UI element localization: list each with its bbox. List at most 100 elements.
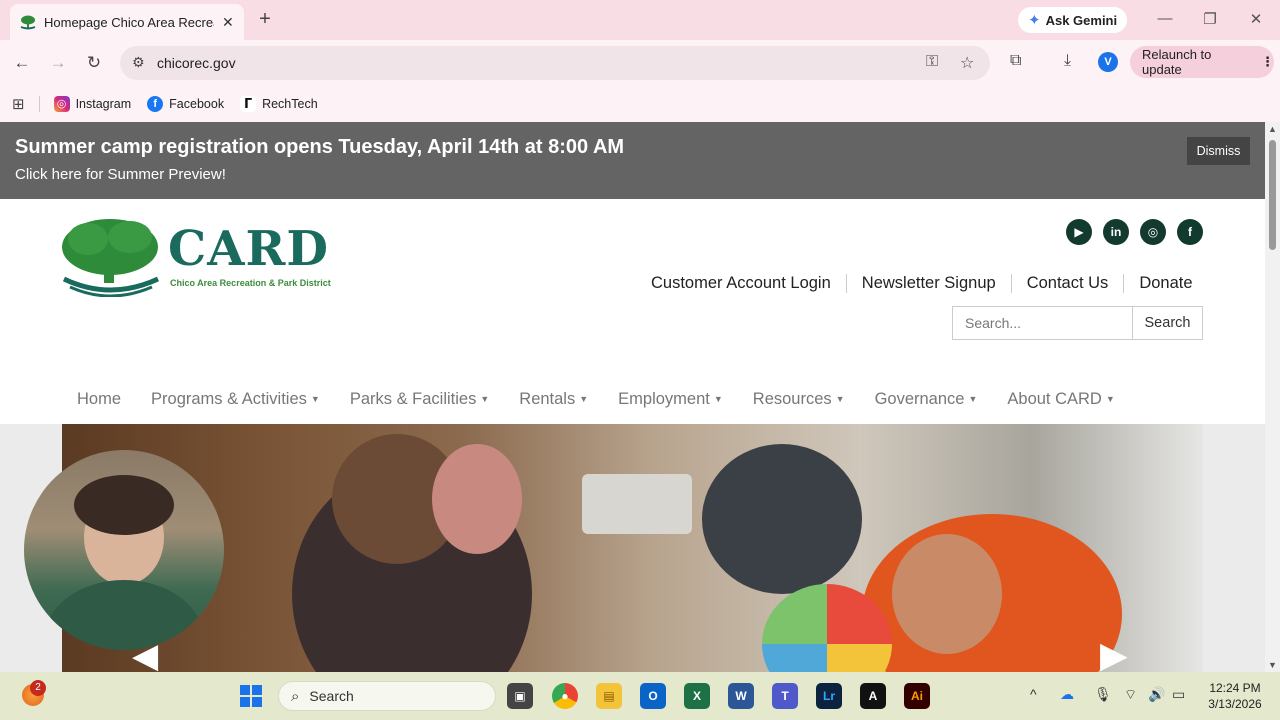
youtube-icon[interactable]: ▶ — [1066, 219, 1092, 245]
caret-down-icon: ▼ — [713, 394, 723, 405]
search-input[interactable] — [952, 306, 1133, 340]
nav-label: Rentals — [519, 389, 576, 408]
page-scrollbar[interactable]: ▲ ▼ — [1265, 122, 1280, 672]
scroll-down-icon[interactable]: ▼ — [1268, 660, 1277, 670]
back-arrow-icon[interactable]: ← — [11, 52, 33, 74]
battery-icon[interactable]: ▭ — [1172, 686, 1185, 703]
hero-photo — [62, 424, 1203, 672]
browser-tab-strip: Homepage Chico Area Recreati ✕ + ✦ Ask G… — [0, 0, 1280, 40]
new-tab-button[interactable]: + — [254, 8, 276, 30]
dismiss-button[interactable]: Dismiss — [1187, 137, 1250, 165]
nav-programs-activities[interactable]: Programs & Activities ▼ — [136, 390, 335, 409]
outlook-icon[interactable]: O — [640, 683, 666, 709]
facebook-icon[interactable]: f — [1177, 219, 1203, 245]
notification-badge: 2 — [30, 680, 46, 696]
illustrator-icon[interactable]: Ai — [904, 683, 930, 709]
volume-icon[interactable]: 🔊 — [1148, 686, 1165, 703]
ask-gemini-label: Ask Gemini — [1045, 12, 1118, 28]
password-key-icon[interactable]: ⚿ — [926, 53, 938, 71]
main-navigation: Home Programs & Activities ▼ Parks & Faci… — [62, 386, 1130, 412]
address-bar[interactable]: ⚙ chicorec.gov ⚿ ☆ — [120, 46, 990, 80]
forward-arrow-icon[interactable]: → — [47, 52, 69, 74]
taskbar-search[interactable]: ⌕ Search — [278, 681, 496, 711]
bookmark-instagram[interactable]: ◎ Instagram — [53, 96, 132, 112]
bookmark-label: Instagram — [75, 97, 132, 111]
caret-down-icon: ▼ — [835, 394, 845, 405]
donate-link[interactable]: Donate — [1124, 274, 1207, 293]
browser-toolbar: ← → ↻ ⚙ chicorec.gov ⚿ ☆ ⧉ ⤓ V Relaunch … — [0, 40, 1280, 86]
bookmark-star-icon[interactable]: ☆ — [960, 53, 974, 73]
scroll-up-icon[interactable]: ▲ — [1268, 124, 1277, 134]
relaunch-button[interactable]: Relaunch to update ⋮ — [1130, 46, 1274, 78]
summer-preview-link[interactable]: Click here for Summer Preview! — [15, 166, 226, 183]
nav-employment[interactable]: Employment ▼ — [603, 390, 738, 409]
taskbar-clock[interactable]: 12:24 PM 3/13/2026 — [1200, 680, 1270, 712]
apps-grid-icon[interactable]: ⊞ — [12, 95, 25, 113]
chrome-icon[interactable]: ● — [552, 683, 578, 709]
nav-label: Programs & Activities — [151, 389, 307, 408]
clock-time: 12:24 PM — [1209, 681, 1261, 695]
profile-avatar[interactable]: V — [1098, 52, 1118, 72]
microphone-icon[interactable]: 🎙 — [1094, 686, 1112, 703]
excel-icon[interactable]: X — [684, 683, 710, 709]
nav-home[interactable]: Home — [62, 390, 136, 409]
nav-label: Home — [77, 389, 122, 408]
nav-label: Parks & Facilities — [349, 389, 477, 408]
reload-icon[interactable]: ↻ — [83, 52, 105, 74]
logo-subtitle: Chico Area Recreation & Park District — [170, 278, 331, 288]
bookmark-label: Facebook — [169, 97, 225, 111]
caret-down-icon: ▼ — [310, 394, 320, 405]
bookmark-label: RechTech — [262, 97, 318, 111]
bookmarks-bar: ⊞ ◎ Instagram f Facebook ᒥ RechTech — [0, 86, 1280, 122]
restore-icon[interactable]: ❐ — [1200, 10, 1220, 28]
wifi-icon[interactable]: ⌔ — [1124, 686, 1137, 704]
windows-taskbar: 2 ⌕ Search ▣ ● ▤ O X W T Lr A Ai ^ ☁ 🎙 ⌔… — [0, 672, 1280, 720]
nav-label: Resources — [752, 389, 832, 408]
nav-governance[interactable]: Governance ▼ — [860, 390, 993, 409]
tab-search-icon[interactable]: ⧉ — [1010, 52, 1021, 70]
caret-down-icon: ▼ — [480, 394, 490, 405]
caret-down-icon: ▼ — [968, 394, 978, 405]
url-text[interactable]: chicorec.gov — [157, 55, 236, 71]
carousel-next-icon[interactable]: ▶ — [1100, 634, 1128, 672]
menu-kebab-icon[interactable]: ⋮ — [1261, 54, 1274, 70]
bookmarks-divider — [38, 96, 40, 112]
window-close-icon[interactable]: ✕ — [1246, 10, 1266, 28]
relaunch-label: Relaunch to update — [1142, 47, 1212, 77]
windows-start-icon[interactable] — [240, 685, 262, 707]
banner-headline: Summer camp registration opens Tuesday, … — [15, 136, 625, 158]
nav-parks-facilities[interactable]: Parks & Facilities ▼ — [335, 390, 504, 409]
tab-close-icon[interactable]: ✕ — [222, 14, 234, 31]
teams-icon[interactable]: T — [772, 683, 798, 709]
announcement-banner: Summer camp registration opens Tuesday, … — [0, 122, 1265, 199]
ask-gemini-button[interactable]: ✦ Ask Gemini — [1018, 7, 1128, 33]
facebook-icon: f — [147, 96, 164, 112]
lightroom-icon[interactable]: Lr — [816, 683, 842, 709]
adobe-cc-icon[interactable]: A — [860, 683, 886, 709]
file-explorer-icon[interactable]: ▤ — [596, 683, 622, 709]
bookmark-rechtech[interactable]: ᒥ RechTech — [240, 96, 318, 112]
nav-resources[interactable]: Resources ▼ — [738, 390, 860, 409]
scroll-thumb[interactable] — [1269, 140, 1276, 250]
task-view-icon[interactable]: ▣ — [507, 683, 533, 709]
word-icon[interactable]: W — [728, 683, 754, 709]
nav-about-card[interactable]: About CARD ▼ — [992, 390, 1129, 409]
onedrive-icon[interactable]: ☁ — [1060, 686, 1074, 703]
newsletter-signup-link[interactable]: Newsletter Signup — [847, 273, 1012, 293]
utility-links: Customer Account Login Newsletter Signup… — [636, 270, 1208, 296]
linkedin-icon[interactable]: in — [1103, 219, 1129, 245]
download-icon[interactable]: ⤓ — [1064, 52, 1071, 70]
contact-us-link[interactable]: Contact Us — [1012, 273, 1125, 293]
browser-tab[interactable]: Homepage Chico Area Recreati ✕ — [10, 4, 244, 40]
site-info-icon[interactable]: ⚙ — [132, 54, 145, 71]
card-logo[interactable]: CARD Chico Area Recreation & Park Distri… — [60, 217, 350, 297]
bookmark-facebook[interactable]: f Facebook — [147, 96, 224, 112]
tab-title: Homepage Chico Area Recreati — [44, 14, 214, 30]
show-hidden-icons-icon[interactable]: ^ — [1030, 686, 1037, 702]
instagram-icon[interactable]: ◎ — [1140, 219, 1166, 245]
nav-rentals[interactable]: Rentals ▼ — [504, 390, 603, 409]
minimize-icon[interactable]: — — [1155, 10, 1175, 27]
webcam-overlay — [24, 450, 224, 650]
customer-login-link[interactable]: Customer Account Login — [636, 273, 847, 293]
search-button[interactable]: Search — [1132, 306, 1203, 340]
